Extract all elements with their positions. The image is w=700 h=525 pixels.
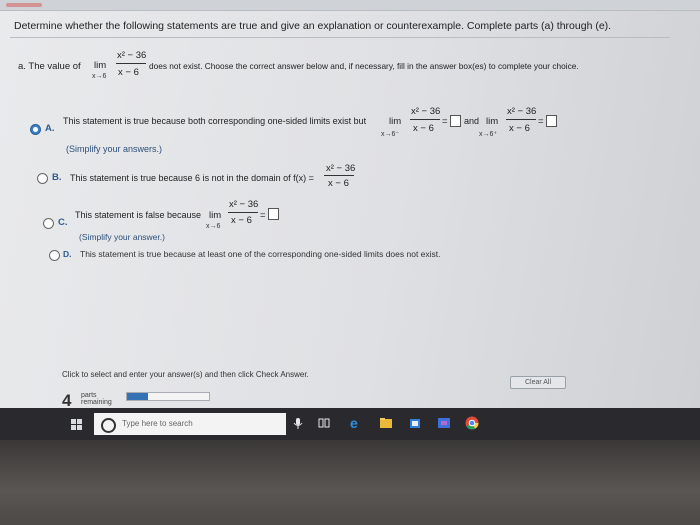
equals-sign: = [538,116,544,127]
chrome-icon[interactable] [464,414,480,432]
option-a-letter: A. [45,123,55,134]
option-d-text: This statement is true because at least … [80,249,441,259]
option-c-radio[interactable] [43,218,54,229]
store-icon[interactable] [407,414,423,432]
option-a-lim-left: lim [389,116,402,127]
option-c-hint: (Simplify your answer.) [79,232,165,242]
option-b-fraction-bar [324,175,354,176]
option-a-lim-right: lim [486,116,499,127]
option-a-approach-right: x→6⁺ [479,131,498,138]
option-b-letter: B. [52,172,62,183]
search-placeholder: Type here to search [122,419,193,428]
option-b-text: This statement is true because 6 is not … [70,173,314,183]
option-c-fraction-bar [228,212,258,213]
edge-icon[interactable]: e [348,414,364,432]
divider [10,37,670,38]
parts-label-line1: parts [81,392,97,399]
laptop-bezel [0,440,700,525]
option-d-letter: D. [63,249,72,259]
option-c-text: This statement is false because [75,210,202,220]
option-c-letter: C. [58,217,68,228]
answer-box-c[interactable] [268,208,279,220]
option-a-hint: (Simplify your answers.) [66,144,163,154]
answer-box-right[interactable] [546,115,557,127]
part-a-numerator: x² − 36 [117,50,147,61]
mic-icon[interactable] [290,414,306,432]
task-view-icon[interactable] [316,414,332,432]
part-a-lim: lim [94,60,107,71]
option-c-denominator: x − 6 [231,215,252,226]
option-a-text: This statement is true because both corr… [63,116,367,126]
option-d-radio[interactable] [49,250,60,261]
window-top-bar [0,0,700,11]
option-c-approach: x→6 [206,223,221,230]
option-a-radio[interactable] [30,124,41,135]
option-b-radio[interactable] [37,173,48,184]
option-a-denominator-left: x − 6 [413,123,434,134]
option-a-denominator-right: x − 6 [509,123,530,134]
top-bar-accent [6,3,42,7]
answer-box-left[interactable] [450,115,461,127]
file-explorer-icon[interactable] [378,414,394,432]
windows-icon[interactable] [71,419,83,431]
equals-sign: = [260,210,266,221]
part-a-suffix: does not exist. Choose the correct answe… [149,61,579,71]
app-icon[interactable] [436,414,452,432]
parts-remaining-label: parts remaining [81,392,112,406]
option-c-numerator: x² − 36 [229,199,259,210]
part-a-denominator: x − 6 [118,67,139,78]
option-a-approach-left: x→6⁻ [381,131,400,138]
part-a-fraction-bar [116,63,146,64]
option-a-fraction-bar-right [506,119,536,120]
option-b-denominator: x − 6 [328,178,349,189]
question-instruction: Determine whether the following statemen… [14,20,612,32]
svg-text:e: e [350,415,358,431]
equals-sign: = [442,116,448,127]
browser-content: Determine whether the following statemen… [0,0,700,440]
progress-bar [126,392,210,401]
option-b-numerator: x² − 36 [326,163,356,174]
progress-fill [127,393,148,400]
part-a-approach: x→6 [92,73,107,80]
parts-label-line2: remaining [81,399,112,406]
clear-all-button[interactable]: Clear All [510,376,566,389]
option-c-lim: lim [209,210,222,221]
check-answer-hint: Click to select and enter your answer(s)… [62,370,309,379]
option-a-fraction-bar-left [410,119,440,120]
option-a-and: and [464,116,480,126]
cortana-icon[interactable] [101,418,116,433]
option-a-numerator-left: x² − 36 [411,106,441,117]
option-a-numerator-right: x² − 36 [507,106,537,117]
part-a-prefix: a. The value of [18,61,81,72]
